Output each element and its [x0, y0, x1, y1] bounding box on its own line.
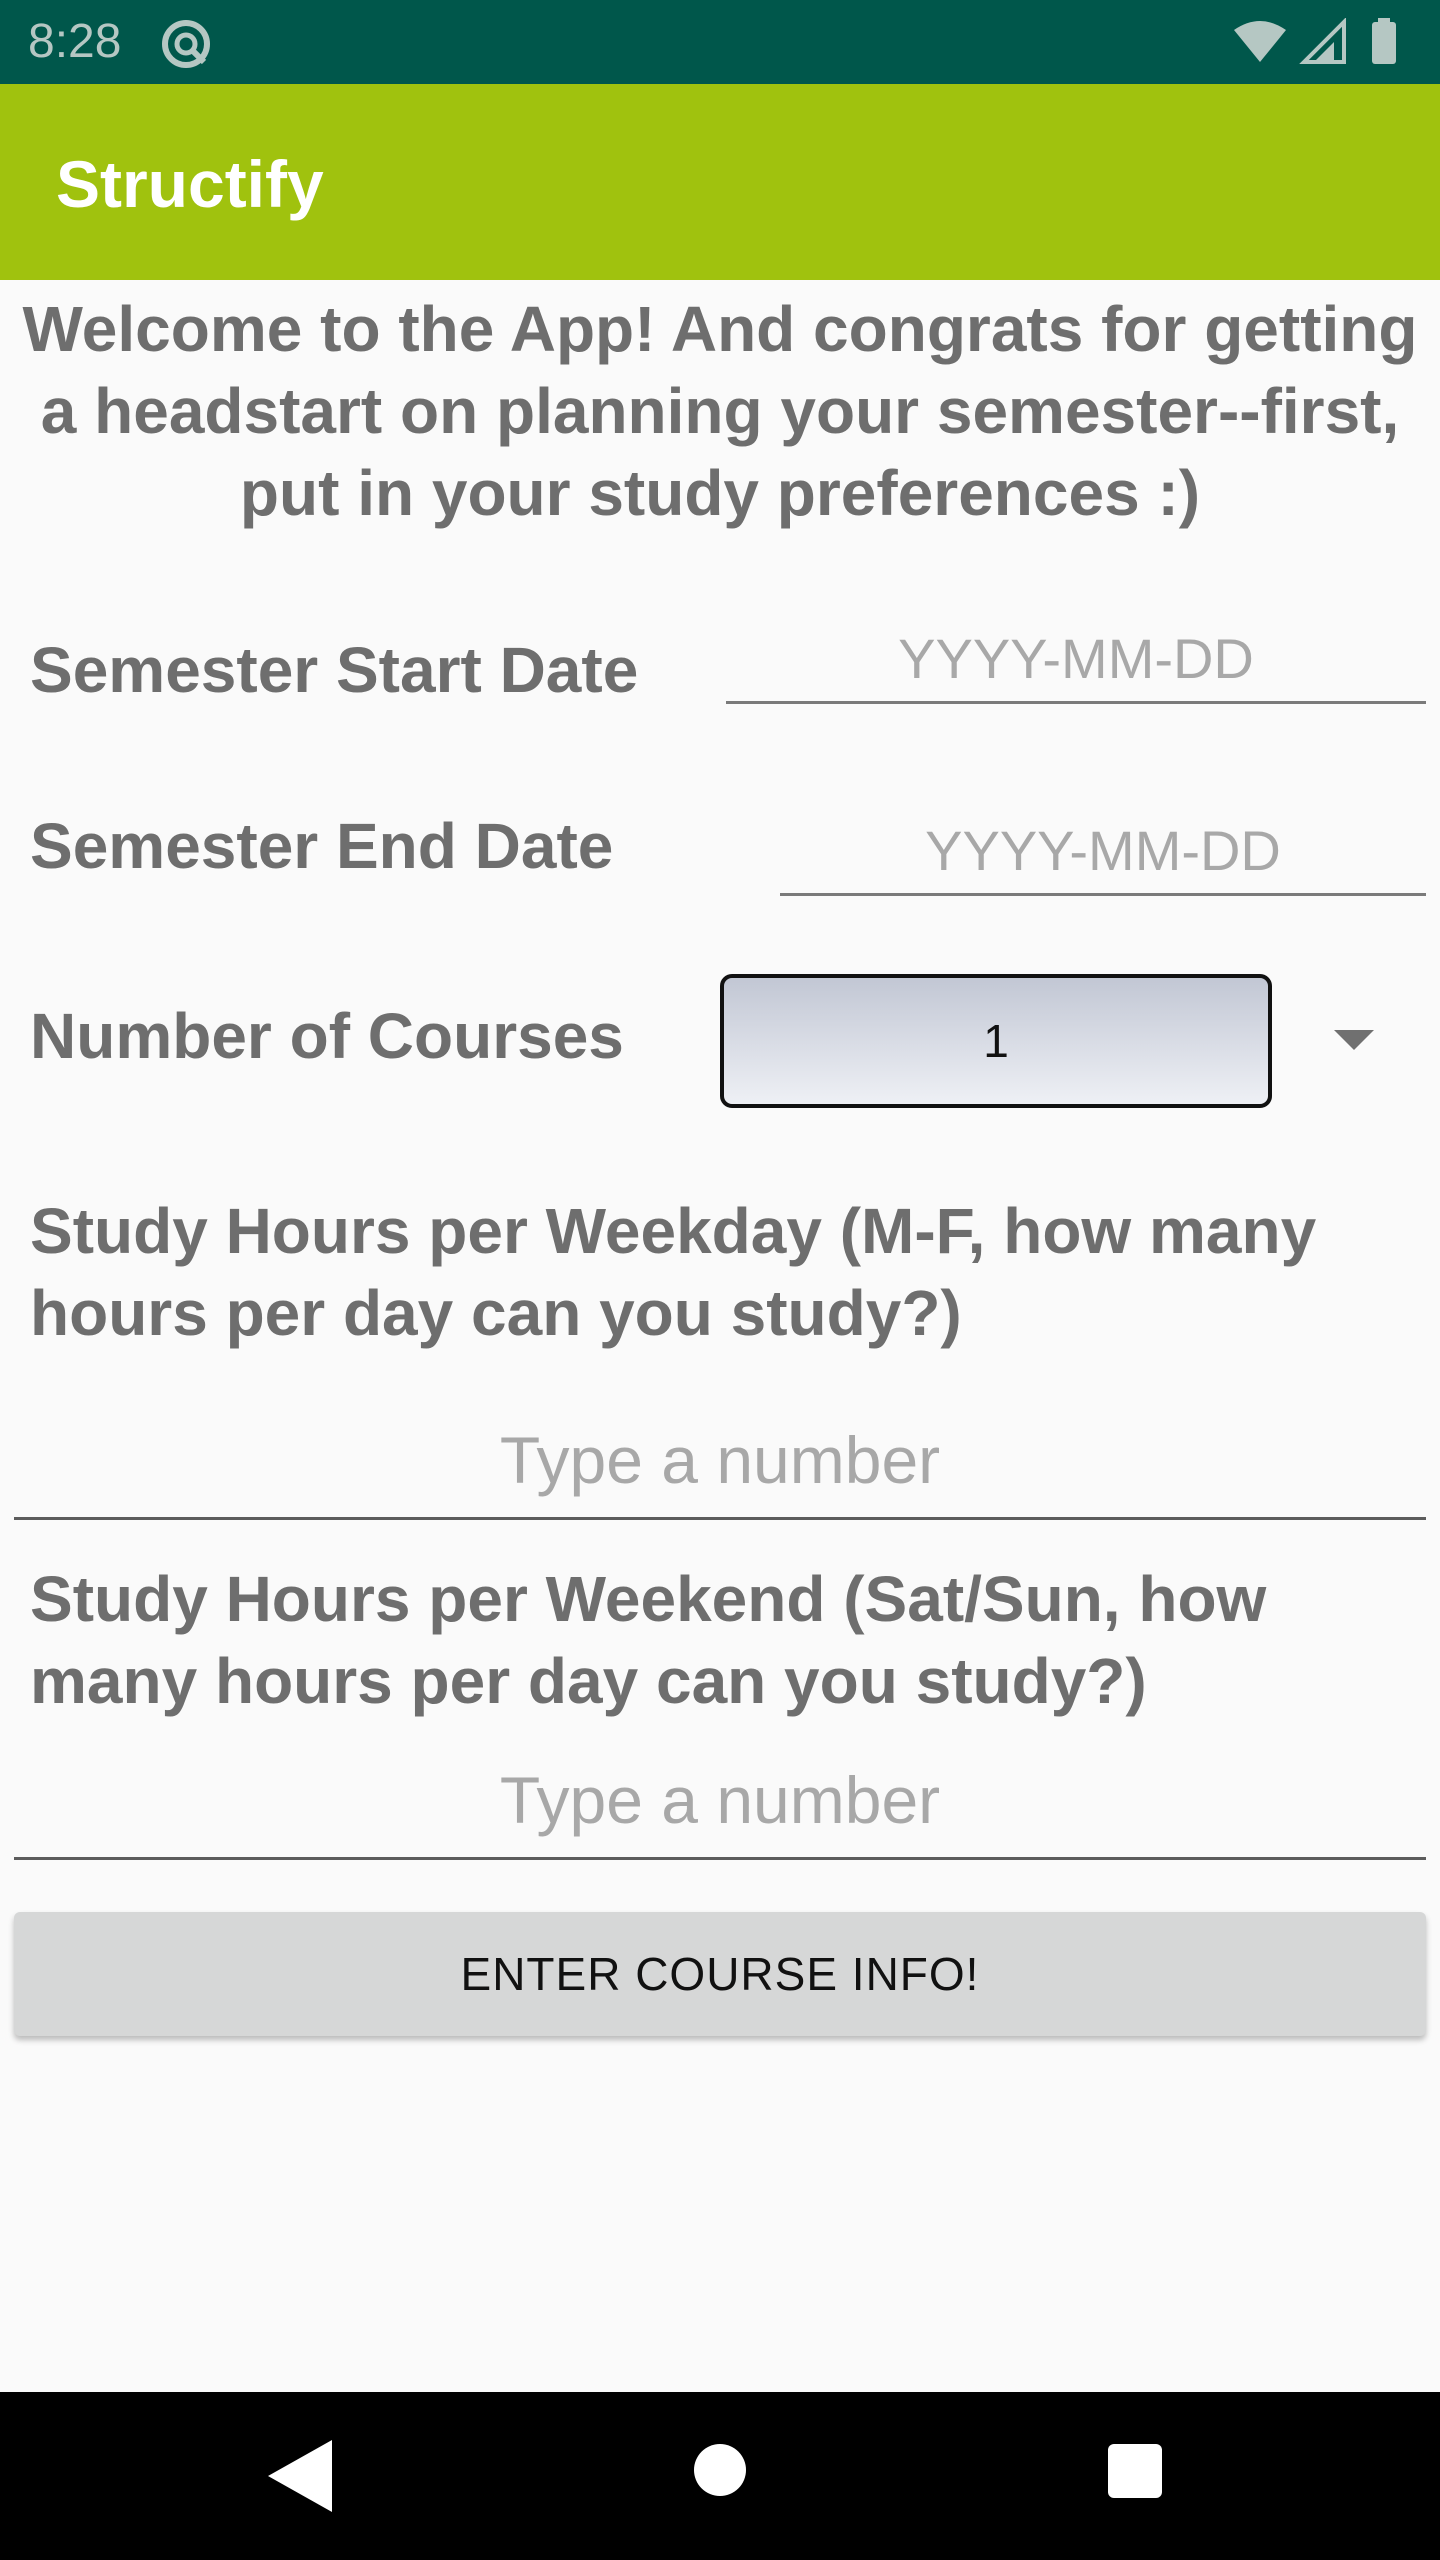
- status-icons: [1234, 18, 1396, 64]
- status-time: 8:28: [28, 15, 122, 68]
- recents-icon[interactable]: [1108, 2444, 1162, 2498]
- end-date-field[interactable]: YYYY-MM-DD: [780, 806, 1426, 896]
- enter-course-info-button[interactable]: ENTER COURSE INFO!: [14, 1912, 1426, 2036]
- start-date-label: Semester Start Date: [30, 634, 639, 706]
- navigation-bar: [0, 2392, 1440, 2560]
- app-bar: Structify: [0, 84, 1440, 280]
- weekend-hours-input[interactable]: Type a number: [14, 1750, 1426, 1860]
- courses-label: Number of Courses: [30, 1000, 624, 1072]
- app-notification-icon: [162, 20, 210, 68]
- welcome-message: Welcome to the App! And congrats for get…: [22, 293, 1418, 529]
- battery-icon: [1372, 22, 1396, 64]
- weekday-hours-input[interactable]: Type a number: [14, 1410, 1426, 1520]
- start-date-field[interactable]: YYYY-MM-DD: [726, 614, 1426, 704]
- wifi-icon: [1234, 21, 1286, 62]
- status-bar: 8:28: [0, 0, 1440, 84]
- dropdown-arrow-icon[interactable]: [1334, 1030, 1374, 1050]
- weekend-hours-label: Study Hours per Weekend (Sat/Sun, how ma…: [30, 1563, 1267, 1717]
- weekday-hours-label: Study Hours per Weekday (M-F, how many h…: [30, 1195, 1317, 1349]
- home-icon[interactable]: [694, 2444, 746, 2496]
- courses-spinner[interactable]: 1: [720, 974, 1272, 1108]
- back-icon[interactable]: [268, 2440, 334, 2512]
- end-date-label: Semester End Date: [30, 810, 614, 882]
- app-title: Structify: [56, 147, 324, 221]
